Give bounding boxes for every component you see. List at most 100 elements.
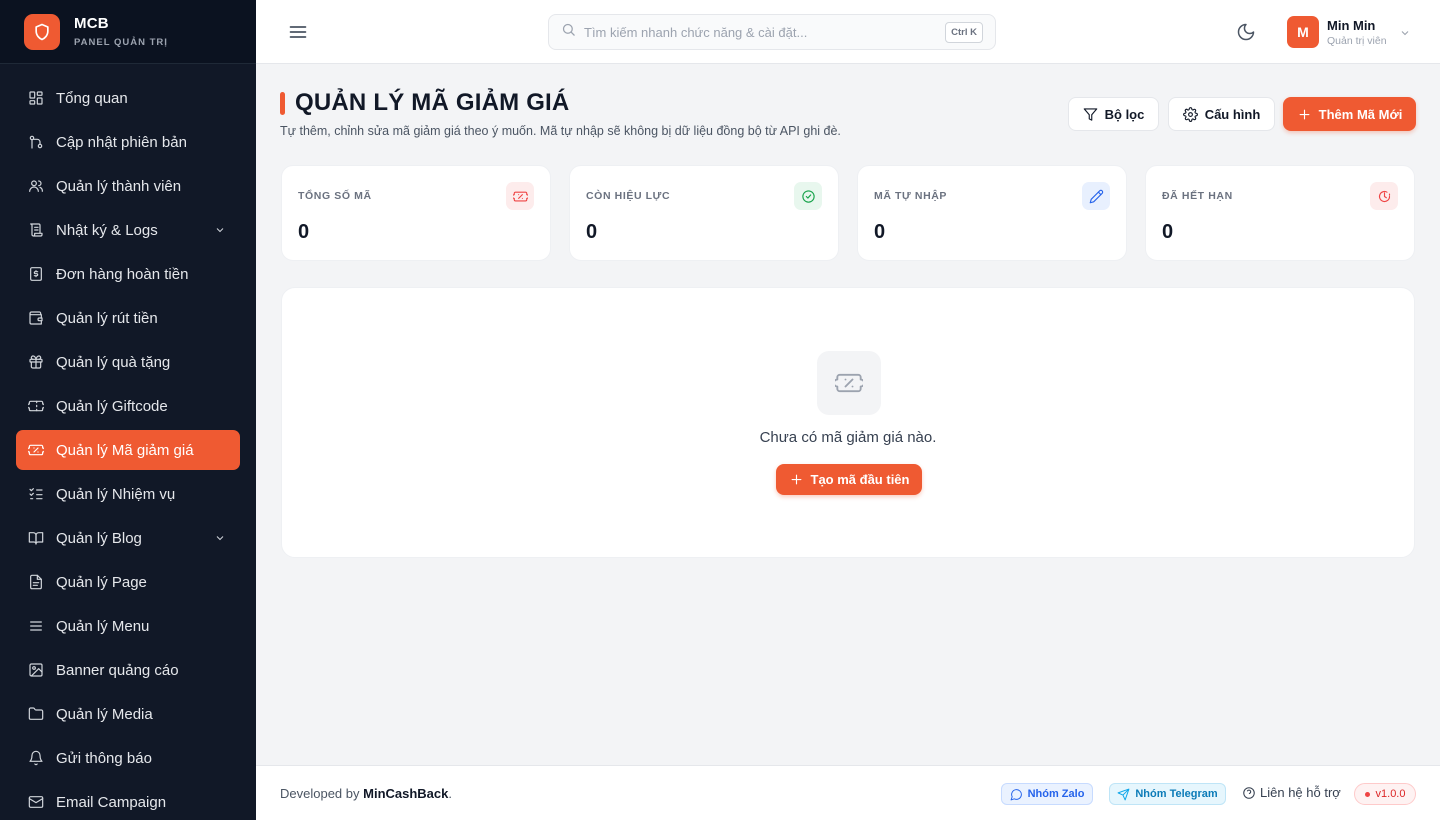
sidebar-item-withdrawals[interactable]: Quản lý rút tiền xyxy=(16,298,240,338)
support-label: Liên hệ hỗ trợ xyxy=(1260,785,1341,800)
ticket-percent-icon xyxy=(28,442,44,458)
brand-subtitle: PANEL QUẢN TRỊ xyxy=(74,37,168,48)
page-subtitle: Tự thêm, chỉnh sửa mã giảm giá theo ý mu… xyxy=(280,124,841,138)
clock-alert-icon xyxy=(1370,182,1398,210)
create-first-code-button[interactable]: Tạo mã đầu tiên xyxy=(776,464,922,495)
avatar: M xyxy=(1287,16,1319,48)
user-menu[interactable]: M Min Min Quản trị viên xyxy=(1287,16,1417,48)
chevron-down-icon xyxy=(1399,26,1411,38)
sidebar-item-label: Quản lý Giftcode xyxy=(56,397,168,415)
sidebar-item-label: Quản lý Mã giảm giá xyxy=(56,441,194,459)
version-label: v1.0.0 xyxy=(1375,788,1406,800)
receipt-dollar-icon xyxy=(28,266,44,282)
folder-icon xyxy=(28,706,44,722)
sidebar-item-label: Quản lý thành viên xyxy=(56,177,182,195)
stat-card-manual: MÃ TỰ NHẬP 0 xyxy=(857,165,1127,261)
pencil-icon xyxy=(1082,182,1110,210)
version-badge: v1.0.0 xyxy=(1354,783,1416,805)
sidebar-item-label: Quản lý Media xyxy=(56,705,153,723)
scroll-icon xyxy=(28,222,44,238)
config-button-label: Cấu hình xyxy=(1204,106,1261,122)
search-icon xyxy=(561,22,576,42)
sidebar-item-refund-orders[interactable]: Đơn hàng hoàn tiền xyxy=(16,254,240,294)
sidebar-item-giftcode[interactable]: Quản lý Giftcode xyxy=(16,386,240,426)
zalo-group-link[interactable]: Nhóm Zalo xyxy=(1001,783,1093,805)
empty-state-card: Chưa có mã giảm giá nào. Tạo mã đầu tiên xyxy=(281,287,1415,558)
sidebar: MCB PANEL QUẢN TRỊ Tổng quan Cập nhật ph… xyxy=(0,0,256,820)
filter-icon xyxy=(1083,107,1097,121)
sidebar-item-label: Quản lý Menu xyxy=(56,617,150,635)
sidebar-item-label: Quản lý Page xyxy=(56,573,147,591)
stat-card-total: TỔNG SỐ MÃ 0 xyxy=(281,165,551,261)
sidebar-item-pages[interactable]: Quản lý Page xyxy=(16,562,240,602)
image-icon xyxy=(28,662,44,678)
stat-card-active: CÒN HIỆU LỰC 0 xyxy=(569,165,839,261)
sidebar-item-label: Quản lý quà tặng xyxy=(56,353,171,371)
ticket-empty-icon xyxy=(817,351,881,415)
developer-credit: Developed by MinCashBack. xyxy=(280,786,452,801)
brand-name: MCB xyxy=(74,15,109,32)
moon-icon[interactable] xyxy=(1236,22,1256,42)
gift-icon xyxy=(28,354,44,370)
search-box[interactable]: Ctrl K xyxy=(548,14,996,50)
file-icon xyxy=(28,574,44,590)
stat-value: 0 xyxy=(586,221,598,243)
status-dot-icon xyxy=(1364,791,1370,797)
sidebar-item-media[interactable]: Quản lý Media xyxy=(16,694,240,734)
sidebar-item-menu[interactable]: Quản lý Menu xyxy=(16,606,240,646)
add-code-button[interactable]: Thêm Mã Mới xyxy=(1283,97,1416,131)
create-first-code-label: Tạo mã đầu tiên xyxy=(810,472,910,487)
filter-button[interactable]: Bộ lọc xyxy=(1068,97,1159,131)
send-icon xyxy=(1117,788,1130,800)
users-icon xyxy=(28,178,44,194)
search-input[interactable] xyxy=(584,24,924,40)
dashboard-icon xyxy=(28,90,44,106)
sidebar-item-missions[interactable]: Quản lý Nhiệm vụ xyxy=(16,474,240,514)
ticket-icon xyxy=(506,182,534,210)
support-link[interactable]: Liên hệ hỗ trợ xyxy=(1242,785,1341,800)
hamburger-menu-icon[interactable] xyxy=(288,22,308,42)
sidebar-item-label: Quản lý Blog xyxy=(56,529,142,547)
top-header: Ctrl K M Min Min Quản trị viên xyxy=(256,0,1440,64)
page-title: QUẢN LÝ MÃ GIẢM GIÁ xyxy=(295,89,570,116)
sidebar-item-email-campaign[interactable]: Email Campaign xyxy=(16,782,240,820)
sidebar-item-label: Banner quảng cáo xyxy=(56,661,179,679)
sidebar-item-banners[interactable]: Banner quảng cáo xyxy=(16,650,240,690)
stat-label: MÃ TỰ NHẬP xyxy=(874,190,948,202)
stat-value: 0 xyxy=(1162,221,1174,243)
sidebar-item-blog[interactable]: Quản lý Blog xyxy=(16,518,240,558)
check-circle-icon xyxy=(794,182,822,210)
book-icon xyxy=(28,530,44,546)
developer-name[interactable]: MinCashBack xyxy=(363,786,448,801)
user-role: Quản trị viên xyxy=(1327,34,1387,47)
stat-label: CÒN HIỆU LỰC xyxy=(586,190,671,202)
telegram-group-link[interactable]: Nhóm Telegram xyxy=(1109,783,1226,805)
sidebar-item-logs[interactable]: Nhật ký & Logs xyxy=(16,210,240,250)
zalo-label: Nhóm Zalo xyxy=(1027,788,1085,800)
footer: Developed by MinCashBack. Nhóm Zalo Nhóm… xyxy=(256,765,1440,820)
empty-state-message: Chưa có mã giảm giá nào. xyxy=(759,429,937,446)
sidebar-item-discount-codes[interactable]: Quản lý Mã giảm giá xyxy=(16,430,240,470)
sidebar-item-overview[interactable]: Tổng quan xyxy=(16,78,240,118)
message-circle-icon xyxy=(1010,788,1022,800)
brand[interactable]: MCB PANEL QUẢN TRỊ xyxy=(0,0,256,64)
sidebar-item-gifts[interactable]: Quản lý quà tặng xyxy=(16,342,240,382)
sidebar-item-label: Quản lý Nhiệm vụ xyxy=(56,485,176,503)
config-button[interactable]: Cấu hình xyxy=(1168,97,1275,131)
menu-icon xyxy=(28,618,44,634)
chevron-down-icon xyxy=(214,223,226,235)
list-checks-icon xyxy=(28,486,44,502)
plus-icon xyxy=(791,474,801,485)
sidebar-item-version-update[interactable]: Cập nhật phiên bản xyxy=(16,122,240,162)
sidebar-item-notifications[interactable]: Gửi thông báo xyxy=(16,738,240,778)
mail-icon xyxy=(28,794,44,810)
title-accent-bar xyxy=(280,92,285,115)
git-branch-icon xyxy=(28,134,44,150)
filter-button-label: Bộ lọc xyxy=(1104,106,1145,122)
gear-icon xyxy=(1182,106,1198,122)
help-circle-icon xyxy=(1243,786,1255,799)
search-shortcut-badge: Ctrl K xyxy=(945,22,983,43)
sidebar-item-members[interactable]: Quản lý thành viên xyxy=(16,166,240,206)
shield-logo-icon xyxy=(24,13,60,50)
telegram-label: Nhóm Telegram xyxy=(1135,788,1218,800)
